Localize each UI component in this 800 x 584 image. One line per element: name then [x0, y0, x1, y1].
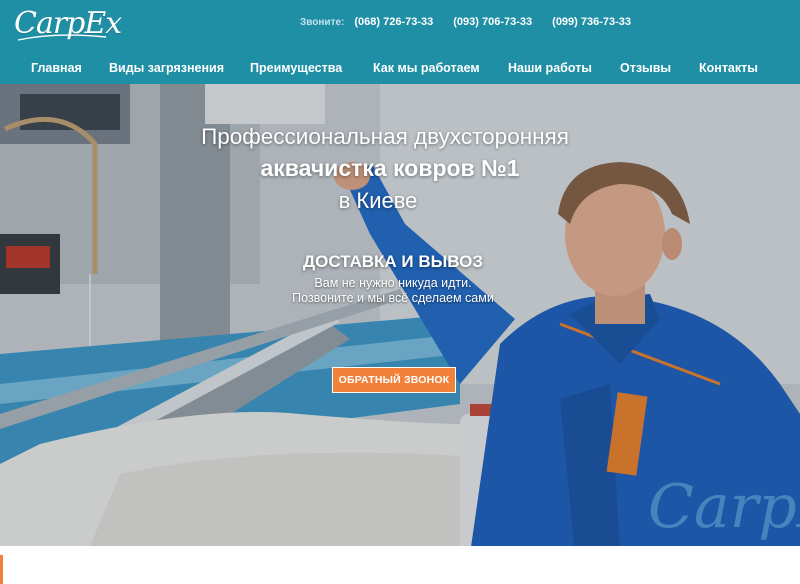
nav-item-reviews[interactable]: Отзывы — [620, 61, 671, 75]
site-header: CarpEx Звоните: (068) 726-73-33 (093) 70… — [0, 0, 800, 84]
phones-label: Звоните: — [300, 16, 345, 28]
phone-link-099[interactable]: (099) 736-73-33 — [552, 16, 631, 28]
phone-link-093[interactable]: (093) 706-73-33 — [453, 16, 532, 28]
hero-text-line1: Вам не нужно никуда идти. — [314, 276, 472, 290]
nav-item-home[interactable]: Главная — [31, 61, 82, 75]
nav-item-advantages[interactable]: Преимущества — [250, 61, 342, 75]
nav-item-how-we-work[interactable]: Как мы работаем — [373, 61, 480, 75]
logo[interactable]: CarpEx — [14, 4, 122, 44]
nav-item-stain-types[interactable]: Виды загрязнения — [109, 61, 224, 75]
section-accent-bar — [0, 555, 3, 584]
nav-item-our-works[interactable]: Наши работы — [508, 61, 592, 75]
hero-section: CarpEx — [0, 84, 800, 546]
phone-bar: Звоните: (068) 726-73-33 (093) 706-73-33… — [300, 14, 651, 30]
phone-link-068[interactable]: (068) 726-73-33 — [354, 16, 433, 28]
hero-title-line3: в Киеве — [338, 188, 418, 213]
hero-title-line2: аквачистка ковров №1 — [260, 155, 520, 181]
callback-button[interactable]: ОБРАТНЫЙ ЗВОНОК — [332, 367, 456, 393]
main-nav: Главная Виды загрязнения Преимущества Ка… — [0, 52, 800, 84]
logo-swoosh-icon — [17, 34, 107, 41]
hero-text-line2: Позвоните и мы всё сделаем сами — [292, 291, 494, 305]
hero-watermark-logo: CarpEx — [648, 472, 800, 542]
nav-item-contacts[interactable]: Контакты — [699, 61, 758, 75]
hero-title-line1: Профессиональная двухсторонняя — [201, 124, 569, 149]
hero-subheading: ДОСТАВКА И ВЫВОЗ — [302, 252, 484, 271]
